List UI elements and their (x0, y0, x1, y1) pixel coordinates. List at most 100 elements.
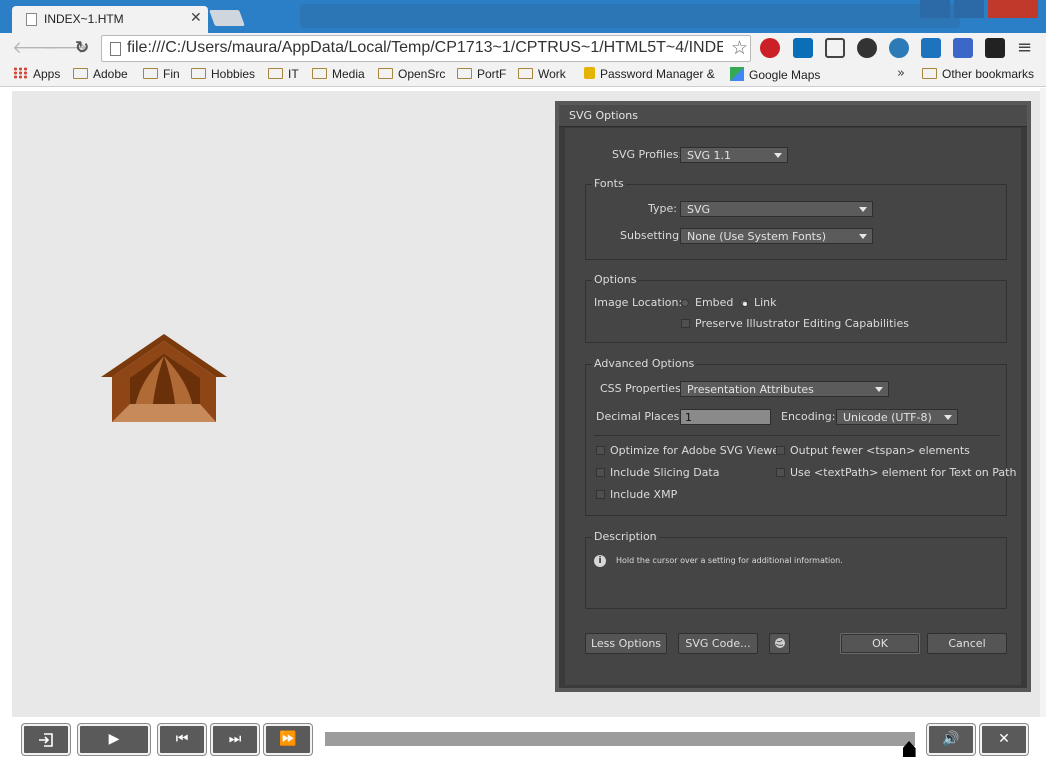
options-group-title: Options (592, 273, 639, 286)
bookmark-password-manager[interactable]: Password Manager & (584, 67, 715, 83)
screenshot-icon[interactable] (825, 38, 845, 58)
textpath-label: Use <textPath> element for Text on Path (790, 466, 1017, 479)
include-xmp-checkbox[interactable] (596, 490, 605, 499)
reload-icon[interactable]: ↻ (72, 38, 92, 58)
folder-icon (268, 68, 283, 79)
back-arrow-icon[interactable]: 🡐 (12, 38, 58, 58)
address-bar[interactable]: file:///C:/Users/maura/AppData/Local/Tem… (101, 35, 751, 62)
decimal-places-input[interactable]: 1 (680, 409, 771, 425)
encoding-dropdown[interactable]: Unicode (UTF-8) (836, 409, 958, 425)
less-options-button[interactable]: Less Options (585, 633, 667, 654)
bookmark-apps[interactable]: Apps (13, 67, 60, 83)
chrome-menu-icon[interactable]: ≡ (1017, 37, 1032, 58)
subsetting-dropdown[interactable]: None (Use System Fonts) (680, 228, 873, 244)
include-slicing-label: Include Slicing Data (610, 466, 720, 479)
subsetting-label: Subsetting: (620, 229, 683, 242)
link-label: Link (754, 296, 777, 309)
svg-profiles-dropdown[interactable]: SVG 1.1 (680, 147, 788, 163)
bookmark-star-icon[interactable]: ☆ (731, 37, 748, 59)
url-text[interactable]: file:///C:/Users/maura/AppData/Local/Tem… (127, 39, 723, 57)
bookmark-folder-work[interactable]: Work (518, 67, 566, 83)
info-icon: i (594, 555, 606, 567)
tent-icon (101, 334, 227, 422)
svg-options-dialog: SVG Options SVG Profiles: SVG 1.1 Fonts … (558, 104, 1028, 689)
add-extension-icon[interactable] (985, 38, 1005, 58)
play-button[interactable]: ▶ (78, 724, 150, 755)
forward-arrow-icon[interactable]: 🡒 (42, 38, 88, 58)
bookmark-folder-media[interactable]: Media (312, 67, 365, 83)
close-icon: ✕ (998, 731, 1010, 747)
pinterest-icon[interactable] (760, 38, 780, 58)
progress-bar[interactable] (325, 732, 915, 746)
cancel-button[interactable]: Cancel (927, 633, 1007, 654)
avatar-extension-icon[interactable] (889, 38, 909, 58)
trello-icon[interactable] (793, 38, 813, 58)
minimize-button[interactable] (920, 0, 950, 18)
optimize-adobe-viewer-checkbox[interactable] (596, 446, 605, 455)
s-extension-icon[interactable] (921, 38, 941, 58)
exit-icon (39, 733, 53, 747)
bookmark-folder-fin[interactable]: Fin (143, 67, 180, 83)
optimize-adobe-viewer-label: Optimize for Adobe SVG Viewer (610, 444, 784, 457)
next-icon: ⏭ (228, 731, 242, 747)
bookmark-folder-it[interactable]: IT (268, 67, 299, 83)
fast-forward-icon: ⏩ (279, 731, 297, 747)
close-player-button[interactable]: ✕ (980, 724, 1028, 755)
font-type-label: Type: (648, 202, 677, 215)
tab-strip: INDEX~1.HTM ✕ (0, 0, 1046, 33)
window-close-button[interactable] (988, 0, 1038, 18)
font-type-dropdown[interactable]: SVG (680, 201, 873, 217)
ok-button[interactable]: OK (840, 633, 920, 654)
include-slicing-checkbox[interactable] (596, 468, 605, 477)
css-properties-label: CSS Properties: (600, 382, 685, 395)
next-slide-button[interactable]: ⏭ (211, 724, 259, 755)
bookmark-folder-adobe[interactable]: Adobe (73, 67, 128, 83)
embed-radio[interactable] (681, 299, 689, 307)
bookmark-folder-hobbies[interactable]: Hobbies (191, 67, 255, 83)
preserve-editing-label: Preserve Illustrator Editing Capabilitie… (695, 317, 909, 330)
folder-icon (143, 68, 158, 79)
folder-extension-icon[interactable] (953, 38, 973, 58)
tab-title: INDEX~1.HTM (44, 12, 124, 26)
bookmark-folder-portf[interactable]: PortF (457, 67, 506, 83)
textpath-checkbox[interactable] (776, 468, 785, 477)
output-fewer-tspan-checkbox[interactable] (776, 446, 785, 455)
link-radio[interactable] (740, 299, 748, 307)
svg-code-button[interactable]: SVG Code... (678, 633, 758, 654)
folder-icon (73, 68, 88, 79)
volume-button[interactable]: 🔊 (927, 724, 975, 755)
image-location-label: Image Location: (594, 296, 683, 309)
include-xmp-label: Include XMP (610, 488, 678, 501)
exit-button[interactable] (22, 724, 70, 755)
fonts-group-title: Fonts (592, 177, 626, 190)
dialog-body: SVG Profiles: SVG 1.1 Fonts Type: SVG Su… (565, 128, 1021, 685)
page-favicon-icon (26, 13, 37, 26)
encoding-label: Encoding: (781, 410, 836, 423)
folder-icon (518, 68, 533, 79)
bookmark-google-maps[interactable]: Google Maps (730, 67, 820, 83)
maximize-button[interactable] (954, 0, 984, 18)
more-bookmarks-chevron-icon[interactable]: » (897, 66, 905, 81)
page-edge (1040, 88, 1046, 717)
previous-slide-button[interactable]: ⏮ (158, 724, 206, 755)
tab-close-icon[interactable]: ✕ (190, 10, 202, 26)
preserve-editing-checkbox[interactable] (681, 319, 690, 328)
palette-icon[interactable] (857, 38, 877, 58)
globe-icon (774, 638, 785, 648)
bookmark-other[interactable]: Other bookmarks (922, 67, 1034, 83)
browser-tab[interactable]: INDEX~1.HTM ✕ (12, 6, 208, 33)
new-tab-button[interactable] (209, 10, 245, 26)
folder-icon (457, 68, 472, 79)
bookmark-folder-opensrc[interactable]: OpenSrc (378, 67, 445, 83)
dialog-title: SVG Options (559, 105, 1027, 127)
svg-profiles-label: SVG Profiles: (612, 148, 683, 161)
folder-icon (191, 68, 206, 79)
lock-icon (584, 67, 595, 79)
description-group-title: Description (592, 530, 659, 543)
page-viewport: SVG Options SVG Profiles: SVG 1.1 Fonts … (0, 88, 1046, 763)
fast-forward-button[interactable]: ⏩ (264, 724, 312, 755)
web-preview-globe-icon[interactable] (769, 633, 790, 654)
embed-label: Embed (695, 296, 734, 309)
decimal-places-label: Decimal Places: (596, 410, 684, 423)
css-properties-dropdown[interactable]: Presentation Attributes (680, 381, 889, 397)
